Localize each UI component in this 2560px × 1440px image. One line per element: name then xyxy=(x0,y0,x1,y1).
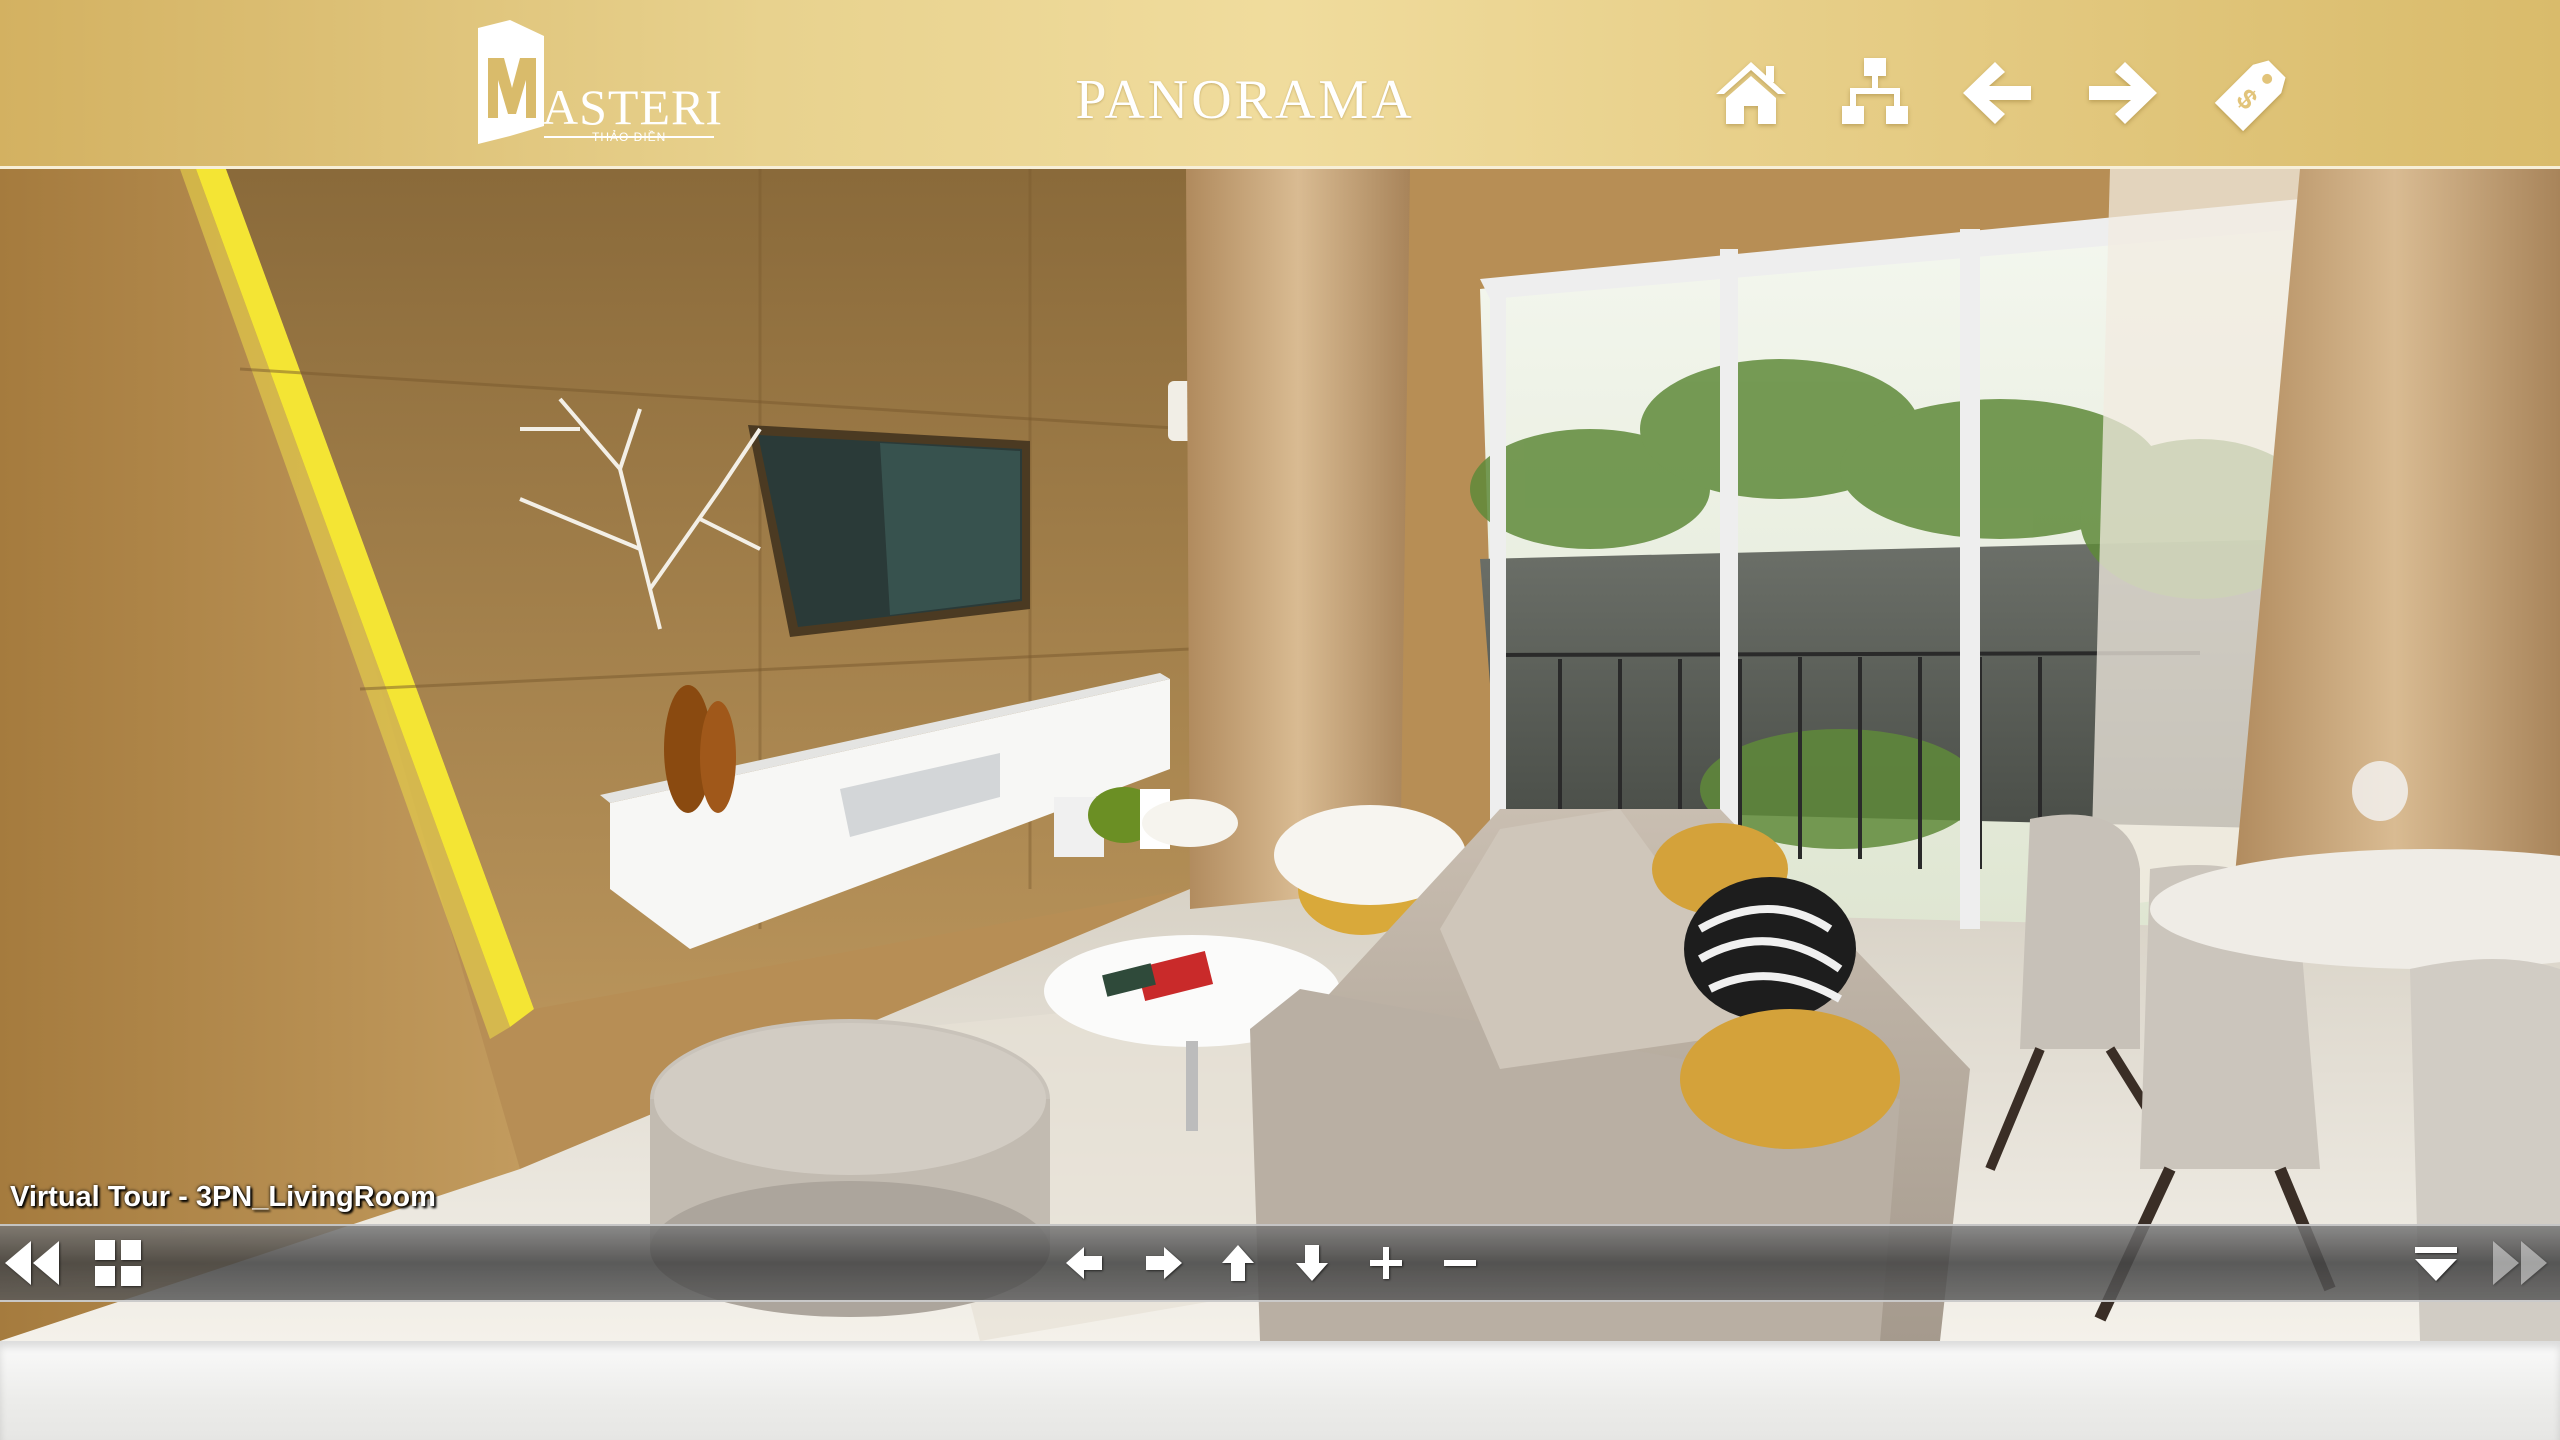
minus-icon xyxy=(1444,1260,1476,1266)
header-bar: ASTERI THẢO ĐIỀN PANORAMA $ xyxy=(0,0,2560,169)
zoom-in-button[interactable] xyxy=(1356,1233,1416,1293)
panorama-image xyxy=(0,169,2560,1341)
sitemap-button[interactable] xyxy=(1832,48,1918,138)
double-chevron-right-icon xyxy=(2493,1241,2547,1285)
thumbnails-button[interactable] xyxy=(88,1233,148,1293)
arrow-right-icon xyxy=(2089,62,2157,124)
masteri-logo[interactable]: ASTERI THẢO ĐIỀN xyxy=(474,18,722,148)
zoom-out-button[interactable] xyxy=(1430,1233,1490,1293)
arrow-down-icon xyxy=(1296,1245,1328,1281)
arrow-left-icon xyxy=(1066,1247,1102,1279)
viewer-control-bar xyxy=(0,1224,2560,1302)
arrow-right-icon xyxy=(1146,1247,1182,1279)
price-tag-icon: $ xyxy=(2214,60,2286,132)
panorama-caption: Virtual Tour - 3PN_LivingRoom xyxy=(10,1181,436,1213)
home-icon xyxy=(1716,62,1786,124)
logo-wordmark: ASTERI xyxy=(542,79,723,135)
pan-right-button[interactable] xyxy=(1134,1233,1194,1293)
home-button[interactable] xyxy=(1708,48,1794,138)
arrow-up-icon xyxy=(1222,1245,1254,1281)
forward-button[interactable] xyxy=(2080,48,2166,138)
pan-down-button[interactable] xyxy=(1282,1233,1342,1293)
logo-m-mark xyxy=(478,20,544,144)
sitemap-icon xyxy=(1842,58,1908,124)
back-button[interactable] xyxy=(1954,48,2040,138)
next-panorama-button[interactable] xyxy=(2490,1233,2550,1293)
panorama-viewer[interactable]: Virtual Tour - 3PN_LivingRoom xyxy=(0,169,2560,1341)
arrow-left-icon xyxy=(1963,62,2031,124)
logo-subtext: THẢO ĐIỀN xyxy=(592,130,667,144)
page-title: PANORAMA xyxy=(1075,69,1415,131)
triangle-down-icon xyxy=(2415,1247,2457,1281)
price-tag-button[interactable]: $ xyxy=(2210,48,2296,138)
page-footer-band xyxy=(0,1341,2560,1440)
pan-up-button[interactable] xyxy=(1208,1233,1268,1293)
plus-icon xyxy=(1370,1247,1402,1279)
grid-icon xyxy=(95,1240,141,1286)
pan-left-button[interactable] xyxy=(1054,1233,1114,1293)
double-chevron-left-icon xyxy=(5,1241,59,1285)
hide-controls-button[interactable] xyxy=(2,1233,62,1293)
dropdown-menu-button[interactable] xyxy=(2406,1233,2466,1293)
